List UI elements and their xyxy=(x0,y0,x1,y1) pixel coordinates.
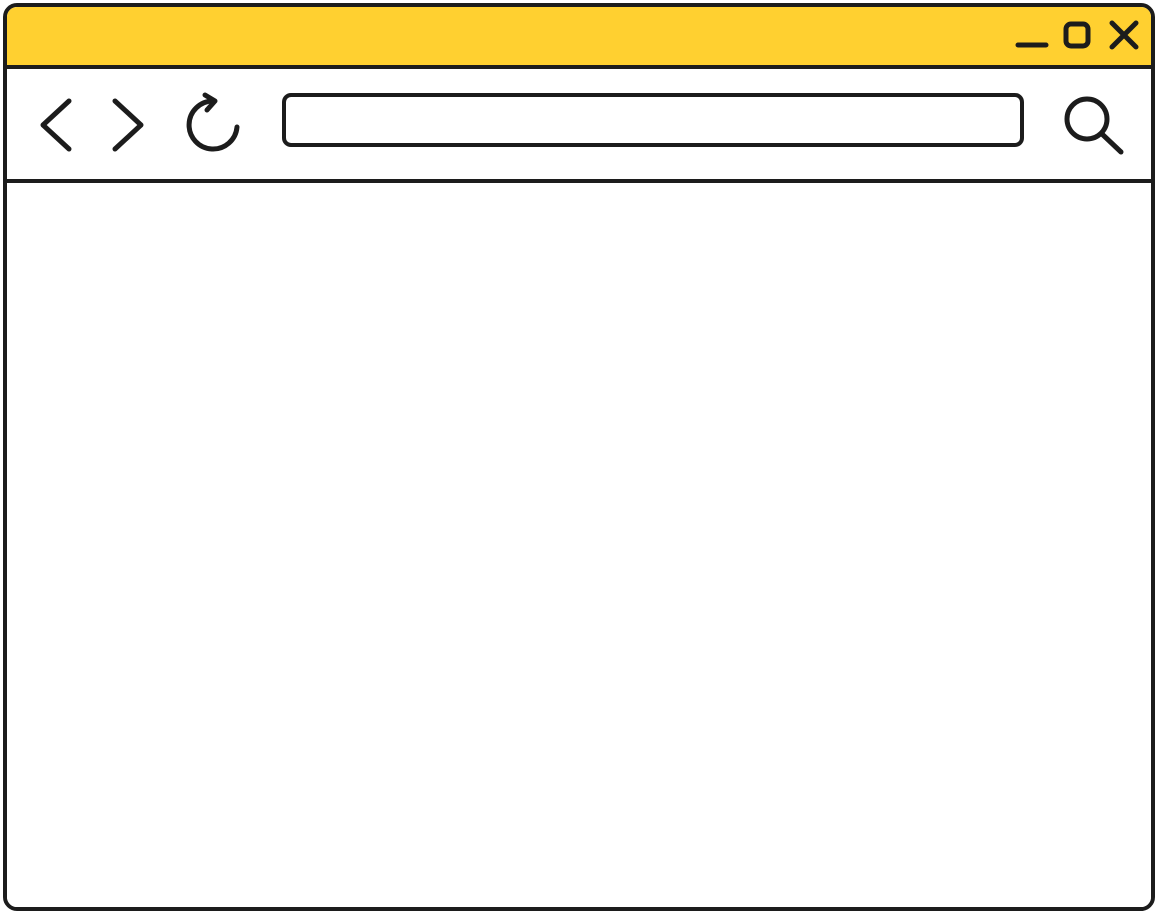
maximize-icon[interactable] xyxy=(1061,19,1093,51)
close-icon[interactable] xyxy=(1107,19,1141,51)
toolbar xyxy=(7,69,1151,183)
chevron-left-icon[interactable] xyxy=(33,95,77,155)
search-icon[interactable] xyxy=(1059,91,1129,157)
title-bar[interactable] xyxy=(7,7,1151,69)
reload-icon[interactable] xyxy=(183,91,243,155)
minimize-icon[interactable] xyxy=(1015,21,1049,49)
chevron-right-icon[interactable] xyxy=(107,95,151,155)
browser-window xyxy=(3,3,1155,911)
address-bar[interactable] xyxy=(282,93,1024,147)
page-content xyxy=(7,183,1151,907)
